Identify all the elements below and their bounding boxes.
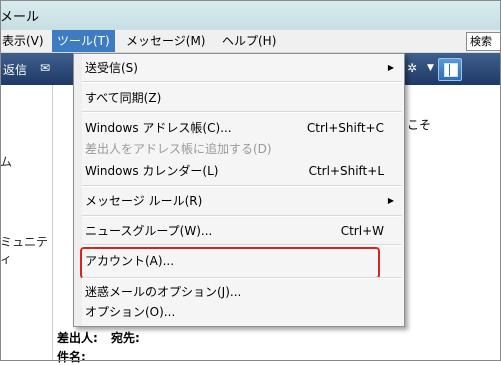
menu-help[interactable]: ヘルプ(H) (217, 30, 281, 52)
menu-separator (82, 244, 402, 246)
menu-gutter (74, 54, 82, 326)
tools-menu-dropdown: 送受信(S) ▶ すべて同期(Z) Windows アドレス帳(C)... Ct… (73, 53, 405, 327)
menu-separator (82, 185, 402, 187)
menu-separator (82, 215, 402, 217)
folder-label[interactable]: ム (0, 153, 12, 170)
menu-separator (82, 277, 402, 279)
menu-item-newsgroups[interactable]: ニュースグループ(W)... (85, 223, 212, 239)
community-label[interactable]: ミュニティ (0, 233, 52, 267)
window-titlebar: メール (0, 0, 501, 30)
reply-all-icon[interactable]: ✉ (38, 61, 52, 75)
layout-icon (444, 63, 458, 77)
window-title: メール (0, 10, 40, 25)
menu-item-sync-all[interactable]: すべて同期(Z) (85, 90, 161, 106)
menu-item-send-receive[interactable]: 送受信(S) (85, 60, 138, 76)
menu-item-options[interactable]: オプション(O)... (85, 304, 175, 320)
subject-label: 件名: (57, 350, 86, 364)
shortcut-newsgroups: Ctrl+W (340, 224, 384, 238)
gear-icon[interactable]: ✲ (405, 61, 419, 75)
menu-item-address-book[interactable]: Windows アドレス帳(C)... (85, 120, 232, 136)
menu-item-calendar[interactable]: Windows カレンダー(L) (85, 163, 218, 179)
submenu-arrow-icon: ▶ (387, 196, 394, 205)
from-label: 差出人: (57, 331, 98, 345)
view-layout-button[interactable] (438, 58, 462, 81)
shortcut-address-book: Ctrl+Shift+C (306, 121, 384, 135)
highlight-annotation (80, 247, 380, 279)
reply-button[interactable]: 返信 (3, 61, 27, 78)
menu-tools[interactable]: ツール(T) (52, 30, 115, 52)
menu-item-add-sender: 差出人をアドレス帳に追加する(D) (85, 142, 272, 156)
menu-separator (82, 81, 402, 83)
menu-bar: 表示(V) ツール(T) メッセージ(M) ヘルプ(H) 検索 (0, 30, 501, 53)
to-label: 宛先: (111, 331, 140, 345)
menu-item-junk-options[interactable]: 迷惑メールのオプション(J)... (85, 284, 241, 300)
menu-view[interactable]: 表示(V) (0, 30, 49, 52)
shortcut-calendar: Ctrl+Shift+L (308, 164, 384, 178)
menu-separator (82, 111, 402, 113)
folder-pane: ム ミュニティ (0, 85, 53, 361)
submenu-arrow-icon: ▶ (387, 63, 394, 72)
menu-item-message-rules[interactable]: メッセージ ルール(R) (85, 193, 202, 209)
search-input[interactable]: 検索 (466, 32, 501, 51)
chevron-down-icon[interactable]: ▼ (427, 63, 434, 73)
menu-message[interactable]: メッセージ(M) (121, 30, 210, 52)
